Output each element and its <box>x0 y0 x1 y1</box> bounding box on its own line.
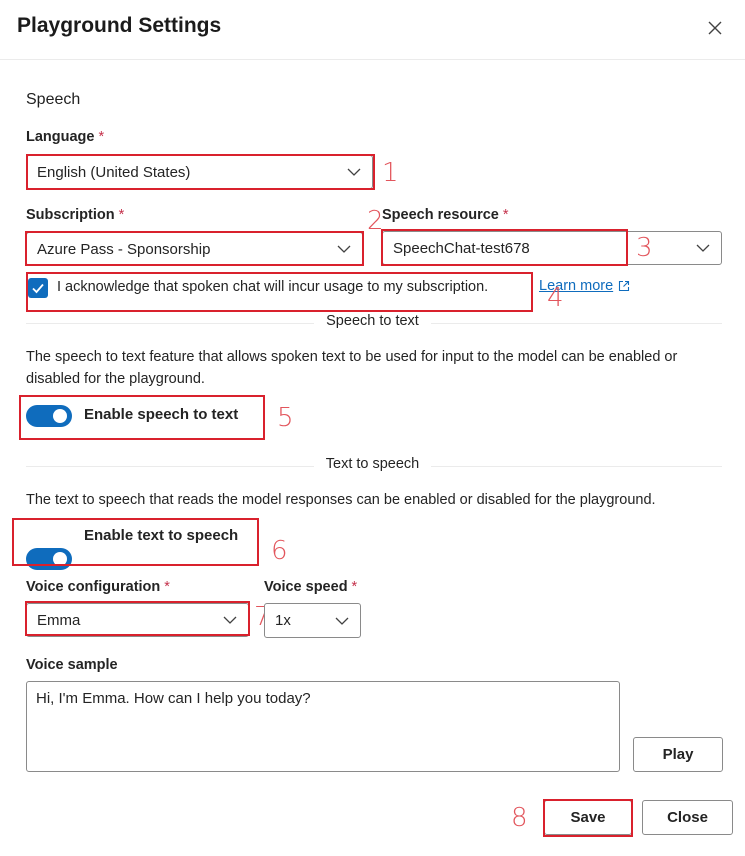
play-button[interactable]: Play <box>633 737 723 772</box>
voice-sample-textarea[interactable]: Hi, I'm Emma. How can I help you today? <box>26 681 620 772</box>
voice-speed-dropdown[interactable]: 1x <box>264 603 361 638</box>
chevron-down-icon <box>347 168 361 176</box>
voice-speed-label: Voice speed * <box>264 579 358 595</box>
voice-sample-label: Voice sample <box>26 657 118 673</box>
subscription-label: Subscription * <box>26 207 125 223</box>
language-dropdown[interactable]: English (United States) <box>26 155 373 189</box>
annotation-number-5: 5 <box>277 403 294 433</box>
text-to-speech-separator: Text to speech <box>0 456 745 472</box>
speech-to-text-toggle-label: Enable speech to text <box>84 406 239 423</box>
speech-to-text-description: The speech to text feature that allows s… <box>26 349 678 387</box>
text-to-speech-heading: Text to speech <box>313 456 432 472</box>
save-button[interactable]: Save <box>544 800 632 835</box>
text-to-speech-description: The text to speech that reads the model … <box>26 492 656 508</box>
speech-to-text-separator: Speech to text <box>0 313 745 329</box>
language-label: Language * <box>26 129 105 145</box>
annotation-number-8: 8 <box>511 803 528 833</box>
close-button[interactable]: Close <box>642 800 733 835</box>
voice-configuration-value: Emma <box>37 611 81 629</box>
checkmark-icon <box>32 283 44 294</box>
text-to-speech-toggle[interactable] <box>26 548 72 570</box>
annotation-number-3: 3 <box>636 233 653 263</box>
header-divider <box>0 59 745 60</box>
external-link-icon <box>619 280 630 292</box>
subscription-value: Azure Pass - Sponsorship <box>37 240 211 258</box>
chevron-down-icon <box>337 245 351 253</box>
speech-resource-label: Speech resource * <box>382 207 509 223</box>
speech-resource-dropdown[interactable]: SpeechChat-test678 <box>382 231 722 265</box>
subscription-dropdown[interactable]: Azure Pass - Sponsorship <box>26 232 363 266</box>
acknowledge-checkbox[interactable] <box>28 278 48 298</box>
close-icon[interactable] <box>702 15 728 41</box>
dialog-title: Playground Settings <box>17 14 222 37</box>
annotation-number-4: 4 <box>547 283 564 313</box>
speech-to-text-toggle[interactable] <box>26 405 72 427</box>
speech-section-title: Speech <box>26 91 81 108</box>
acknowledge-text: I acknowledge that spoken chat will incu… <box>57 279 489 295</box>
voice-speed-value: 1x <box>275 612 291 629</box>
chevron-down-icon <box>335 617 349 625</box>
speech-to-text-heading: Speech to text <box>314 313 431 329</box>
annotation-number-1: 1 <box>382 158 399 188</box>
voice-configuration-label: Voice configuration * <box>26 579 170 595</box>
voice-configuration-dropdown[interactable]: Emma <box>26 603 249 637</box>
language-value: English (United States) <box>37 163 191 181</box>
chevron-down-icon <box>223 616 237 624</box>
text-to-speech-toggle-label: Enable text to speech <box>84 527 239 544</box>
annotation-number-6: 6 <box>271 536 288 566</box>
chevron-down-icon <box>696 244 710 252</box>
